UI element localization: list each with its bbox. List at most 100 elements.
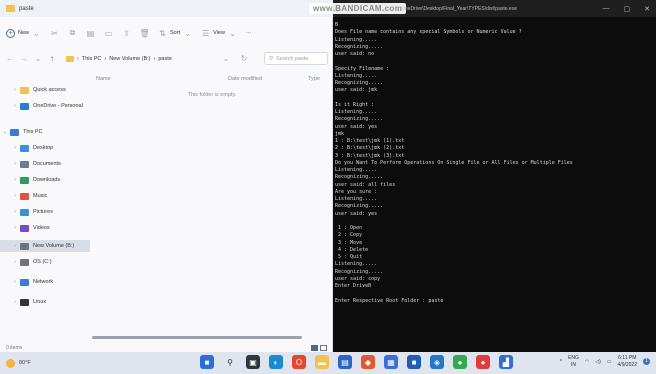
search-placeholder: Search paste	[276, 55, 309, 62]
column-header-date-modified[interactable]: Date modified	[228, 76, 262, 82]
console-line: user said: no	[335, 51, 375, 57]
expand-chevron-icon[interactable]: ›	[10, 193, 20, 199]
expand-chevron-icon[interactable]: ›	[10, 299, 20, 305]
sort-icon: ⇅	[159, 28, 166, 38]
new-button[interactable]: + New ⌄	[6, 28, 41, 38]
console-line: user said: all files	[335, 181, 396, 188]
red-app-icon[interactable]: ●	[476, 355, 490, 369]
paste-icon[interactable]: ▤	[86, 29, 95, 38]
sort-button[interactable]: ⇅ Sort ⌄	[158, 29, 192, 38]
back-arrow-icon[interactable]: ←	[6, 54, 14, 63]
sidebar-item[interactable]: › Music	[0, 190, 90, 202]
console-line: user said: yes	[335, 123, 378, 130]
mail-icon[interactable]: ■	[407, 355, 421, 369]
refresh-icon[interactable]: ↻	[240, 54, 248, 63]
sidebar-item[interactable]: › Downloads	[0, 174, 90, 186]
paint-icon[interactable]: ▟	[499, 355, 513, 369]
chevron-down-icon[interactable]: ⌄	[222, 54, 230, 63]
file-explorer-icon[interactable]: ▬	[315, 355, 329, 369]
cut-icon[interactable]: ✂	[50, 29, 59, 38]
sidebar-item[interactable]: › Videos	[0, 222, 90, 234]
cloud-icon	[20, 102, 29, 110]
app-orange-icon[interactable]: ◆	[361, 355, 375, 369]
console-line: Does File name contains any special Symb…	[335, 29, 522, 36]
wifi-icon[interactable]: ◠	[585, 359, 589, 365]
sidebar-item-label: Desktop	[33, 145, 54, 151]
task-view-icon[interactable]: ▣	[246, 355, 260, 369]
rename-icon[interactable]: ▭	[104, 29, 113, 38]
chrome-icon[interactable]: ●	[453, 355, 467, 369]
expand-chevron-icon[interactable]: ›	[10, 177, 20, 183]
console-window: www.BANDICAM.com OneDrive\Desktop\Final_…	[309, 0, 656, 352]
store-icon[interactable]: ▤	[338, 355, 352, 369]
pc-icon	[10, 128, 19, 136]
language-indicator[interactable]: ENG IN	[568, 355, 579, 368]
sidebar-item[interactable]: › OS (C:)	[0, 256, 90, 268]
search-box[interactable]: ⚲ Search paste	[264, 52, 328, 65]
sidebar-item[interactable]: ⌄ This PC	[0, 126, 90, 138]
maximize-icon[interactable]: ▢	[624, 5, 631, 13]
sidebar-item-label: Quick access	[33, 87, 66, 93]
edge-icon[interactable]: ◐	[269, 355, 283, 369]
vscode-icon[interactable]: ◈	[430, 355, 444, 369]
address-bar[interactable]: › This PC › New Volume (B:) › paste	[62, 52, 234, 65]
weather-widget[interactable]: 80°F	[6, 358, 31, 368]
expand-chevron-icon[interactable]: ›	[10, 87, 20, 93]
expand-chevron-icon[interactable]: ›	[10, 279, 20, 285]
search-icon[interactable]: ⚲	[223, 355, 237, 369]
start-icon[interactable]: ■	[200, 355, 214, 369]
details-view-icon[interactable]	[311, 344, 318, 351]
breadcrumb-new-volume[interactable]: New Volume (B:)	[109, 56, 150, 62]
console-line: Recognizing.....	[335, 116, 384, 123]
console-line: jmk	[335, 130, 345, 137]
console-output[interactable]: B Does File name contains any special Sym…	[335, 22, 653, 305]
column-header-name[interactable]: Name	[96, 76, 111, 82]
photos-icon[interactable]: ▦	[384, 355, 398, 369]
sidebar-item[interactable]: › OneDrive - Personal	[0, 100, 90, 112]
office-icon[interactable]: O	[292, 355, 306, 369]
sidebar-item[interactable]: › Network	[0, 276, 90, 288]
expand-chevron-icon[interactable]: ›	[10, 225, 20, 231]
clock[interactable]: 6:11 PM 4/9/2022	[618, 355, 637, 368]
breadcrumb-paste[interactable]: paste	[158, 56, 171, 62]
sidebar-item[interactable]: › New Volume (B:)	[0, 240, 90, 252]
expand-chevron-icon[interactable]: ›	[10, 161, 20, 167]
volume-icon[interactable]: ◁)	[595, 359, 601, 365]
expand-chevron-icon[interactable]: ›	[10, 145, 20, 151]
sidebar-item[interactable]: › Quick access	[0, 84, 90, 96]
chevron-up-icon[interactable]: ^	[560, 359, 562, 365]
notification-icon[interactable]: 1	[643, 358, 650, 365]
column-header-type[interactable]: Type	[308, 76, 320, 82]
forward-arrow-icon[interactable]: →	[20, 54, 28, 63]
sidebar-item-label: Pictures	[33, 209, 53, 215]
sidebar-item[interactable]: › Desktop	[0, 142, 90, 154]
minimize-icon[interactable]: —	[603, 5, 610, 13]
sidebar-item[interactable]: › Linux	[0, 296, 90, 308]
expand-chevron-icon[interactable]: ⌄	[0, 129, 10, 135]
expand-chevron-icon[interactable]: ›	[10, 209, 20, 215]
close-icon[interactable]: ✕	[644, 5, 650, 13]
console-line: B	[335, 22, 339, 28]
console-line: Recognizing.....	[335, 268, 384, 275]
horizontal-scrollbar[interactable]	[92, 336, 302, 339]
breadcrumb-this-pc[interactable]: This PC	[82, 56, 102, 62]
explorer-titlebar: paste	[0, 0, 333, 17]
expand-chevron-icon[interactable]: ›	[10, 243, 20, 249]
delete-icon[interactable]: 🗑	[139, 29, 149, 38]
chevron-down-icon[interactable]: ⌄	[34, 54, 42, 63]
console-line: 3 : Move	[335, 239, 363, 246]
sidebar-item[interactable]: › Pictures	[0, 206, 90, 218]
console-line: Specify Filename :	[335, 65, 390, 72]
sidebar-item[interactable]: › Documents	[0, 158, 90, 170]
taskbar-apps: ■ ⚲ ▣ ◐ O ▬ ▤ ◆ ▦ ■ ◈ ● ● ▟	[200, 355, 513, 369]
up-arrow-icon[interactable]: ↑	[48, 54, 56, 63]
view-button[interactable]: ☰ View ⌄	[201, 29, 237, 38]
console-line: user said: copy	[335, 275, 381, 282]
more-options-button[interactable]: ···	[246, 30, 252, 36]
expand-chevron-icon[interactable]: ›	[10, 103, 20, 109]
expand-chevron-icon[interactable]: ›	[10, 259, 20, 265]
copy-icon[interactable]: ⧉	[68, 28, 77, 38]
tiles-view-icon[interactable]	[320, 344, 327, 351]
share-icon[interactable]: ⇪	[122, 29, 131, 38]
battery-icon[interactable]: ▭	[607, 359, 612, 365]
